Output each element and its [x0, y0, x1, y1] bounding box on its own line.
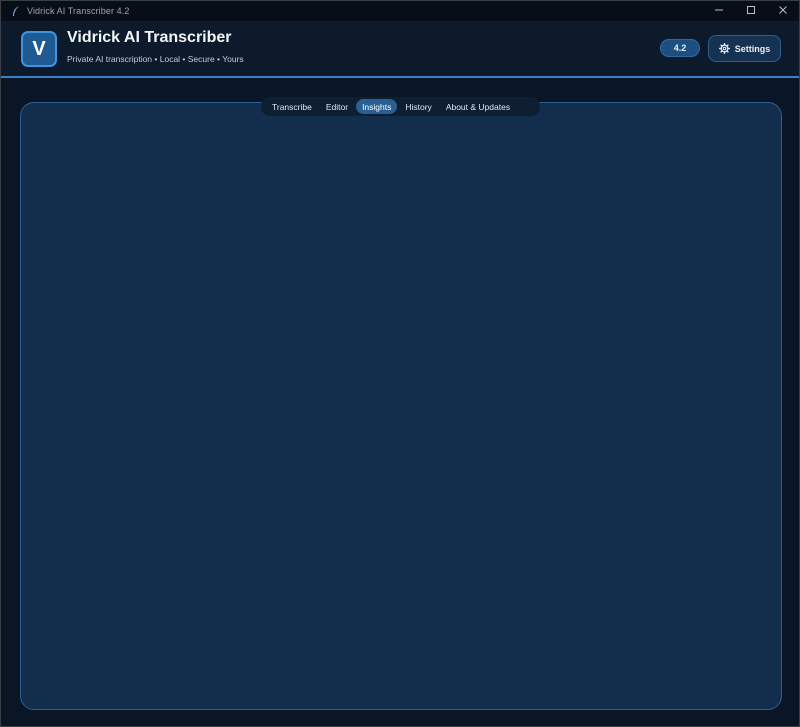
window-title: Vidrick AI Transcriber 4.2 [27, 6, 130, 16]
app-header: V Vidrick AI Transcriber Private AI tran… [1, 21, 799, 78]
minimize-button[interactable] [703, 1, 735, 21]
close-button[interactable] [767, 1, 799, 21]
settings-label: Settings [734, 43, 771, 54]
app-logo: V [21, 31, 57, 67]
settings-button[interactable]: Settings [708, 35, 781, 62]
tab-about-updates[interactable]: About & Updates [440, 99, 516, 114]
maximize-icon [746, 2, 756, 20]
window-controls [703, 1, 799, 21]
gear-icon [718, 43, 730, 54]
tab-transcribe[interactable]: Transcribe [266, 99, 318, 114]
close-icon [778, 2, 788, 20]
version-badge: 4.2 [660, 39, 700, 57]
insights-panel [20, 102, 782, 710]
title-bar[interactable]: Vidrick AI Transcriber 4.2 [1, 1, 799, 21]
app-window: Vidrick AI Transcriber 4.2 V Vidrick AI … [0, 0, 800, 727]
tab-history[interactable]: History [399, 99, 437, 114]
tab-insights[interactable]: Insights [356, 99, 398, 114]
minimize-icon [714, 2, 724, 20]
maximize-button[interactable] [735, 1, 767, 21]
tab-bar: Transcribe Editor Insights History About… [261, 97, 540, 116]
feather-icon [11, 5, 21, 17]
app-tagline: Private AI transcription • Local • Secur… [67, 54, 244, 64]
tab-editor[interactable]: Editor [320, 99, 354, 114]
app-title: Vidrick AI Transcriber [67, 29, 232, 46]
